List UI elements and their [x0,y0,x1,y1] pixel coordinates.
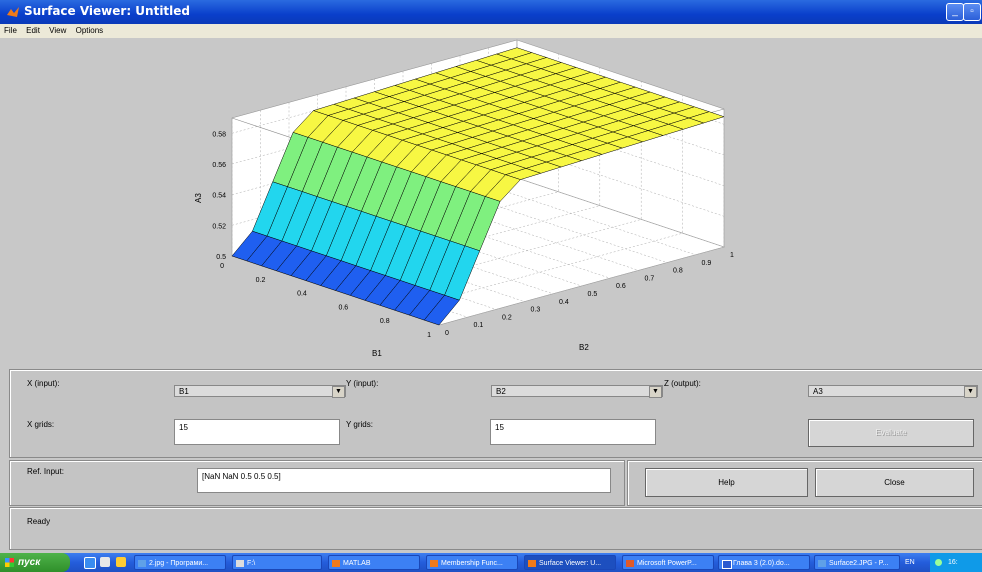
language-indicator[interactable]: EN [905,553,915,572]
matlab-icon [430,560,438,567]
matlab-logo-icon [7,7,19,17]
matlab-icon [528,560,536,567]
chevron-down-icon[interactable]: ▼ [332,386,345,398]
image-icon [818,560,826,567]
y-tick-label: 0.5 [588,291,598,298]
menu-file[interactable]: File [0,24,20,35]
y-tick-label: 0.1 [474,322,484,329]
taskbar-item-label: F:\ [247,560,256,567]
clock: 16: [948,559,958,566]
y-tick-label: 0.2 [502,314,512,321]
z-tick-label: 0.54 [212,193,226,200]
taskbar-item-label: Глава 3 (2.0).do... [733,560,790,567]
y-input-value: B2 [496,387,506,396]
word-icon [722,560,732,569]
taskbar-item-surface-viewer[interactable]: Surface Viewer: U... [524,555,616,570]
y-tick-label: 0 [445,330,449,337]
powerpoint-icon [626,560,634,567]
taskbar-item-powerpoint[interactable]: Microsoft PowerP... [622,555,714,570]
y-tick-label: 0.8 [673,268,683,275]
y-input-select[interactable]: B2 ▼ [491,385,663,398]
x-tick-label: 0.8 [380,318,390,325]
x-tick-label: 0.4 [297,291,307,298]
y-tick-label: 0.3 [531,307,541,314]
media-quicklaunch-icon[interactable] [116,557,126,567]
chevron-down-icon[interactable]: ▼ [964,386,977,398]
x-grids-field[interactable]: 15 [174,419,340,445]
taskbar-item-label: Surface2.JPG - P... [829,560,889,567]
action-buttons-panel: Help Close [627,460,982,506]
evaluate-button[interactable]: Evaluate [808,419,974,447]
taskbar: пуск 2.jpg - Програми... F:\ MATLAB Memb… [0,553,982,572]
taskbar-item-label: MATLAB [343,560,371,567]
menu-bar: File Edit View Options [0,24,982,38]
taskbar-item-matlab[interactable]: MATLAB [328,555,420,570]
window-title: Surface Viewer: Untitled [24,4,191,18]
taskbar-item-word[interactable]: Глава 3 (2.0).do... [718,555,810,570]
image-icon [138,560,146,567]
z-tick-label: 0.58 [212,131,226,138]
z-tick-label: 0.5 [216,254,226,261]
taskbar-item-label: Membership Func... [441,560,503,567]
start-label: пуск [18,557,41,568]
z-axis-label: A3 [194,193,203,203]
taskbar-item-label: 2.jpg - Програми... [149,560,209,567]
x-tick-label: 0.6 [338,304,348,311]
taskbar-item-image[interactable]: 2.jpg - Програми... [134,555,226,570]
maximize-button[interactable]: ▫ [963,3,981,21]
z-tick-label: 0.56 [212,162,226,169]
minimize-button[interactable]: _ [946,3,964,21]
surface-plot[interactable]: 0.5 0.52 0.54 0.56 0.58 0 0.2 0.4 0.6 0.8 1 0 0.1 0.2… [0,38,982,368]
network-icon[interactable] [935,559,942,566]
title-bar: Surface Viewer: Untitled _ ▫ [0,0,982,24]
ref-input-field[interactable]: [NaN NaN 0.5 0.5 0.5] [197,468,611,493]
z-output-select[interactable]: A3 ▼ [808,385,978,398]
axes-settings-panel: X (input): B1 ▼ Y (input): B2 ▼ Z (outpu… [9,369,982,458]
y-tick-label: 1 [730,252,734,259]
x-tick-label: 0.2 [256,277,266,284]
y-input-label: Y (input): [346,379,379,388]
matlab-icon [332,560,340,567]
browser-quicklaunch-icon[interactable] [84,557,96,569]
y-tick-label: 0.6 [616,283,626,290]
y-tick-label: 0.7 [645,275,655,282]
x-input-select[interactable]: B1 ▼ [174,385,346,398]
x-input-label: X (input): [27,379,60,388]
x-grids-label: X grids: [27,420,55,429]
x-tick-label: 1 [427,332,431,339]
y-grids-field[interactable]: 15 [490,419,656,445]
z-output-label: Z (output): [664,379,701,388]
y-grids-label: Y grids: [346,420,373,429]
folder-icon [236,560,244,567]
menu-view[interactable]: View [45,24,69,35]
taskbar-item-drive[interactable]: F:\ [232,555,322,570]
ref-input-panel: Ref. Input: [NaN NaN 0.5 0.5 0.5] [9,460,625,506]
help-button[interactable]: Help [645,468,808,497]
status-panel: Ready [9,507,982,550]
z-tick-label: 0.52 [212,223,226,230]
y-axis-label: B2 [579,343,589,352]
system-tray: 16: [930,553,982,572]
x-axis-label: B1 [372,349,382,358]
close-button[interactable]: Close [815,468,974,497]
x-tick-label: 0 [220,263,224,270]
menu-edit[interactable]: Edit [22,24,43,35]
z-output-value: A3 [813,387,823,396]
windows-logo-icon [5,558,14,567]
status-text: Ready [27,517,51,526]
menu-options[interactable]: Options [72,24,107,35]
taskbar-item-paint[interactable]: Surface2.JPG - P... [814,555,900,570]
y-tick-label: 0.9 [702,260,712,267]
taskbar-item-label: Microsoft PowerP... [637,560,697,567]
x-input-value: B1 [179,387,189,396]
taskbar-item-membership[interactable]: Membership Func... [426,555,518,570]
start-button[interactable]: пуск [0,553,70,572]
chevron-down-icon[interactable]: ▼ [649,386,662,398]
ref-input-label: Ref. Input: [27,467,64,476]
y-tick-label: 0.4 [559,299,569,306]
taskbar-item-label: Surface Viewer: U... [539,560,602,567]
desktop-quicklaunch-icon[interactable] [100,557,110,567]
